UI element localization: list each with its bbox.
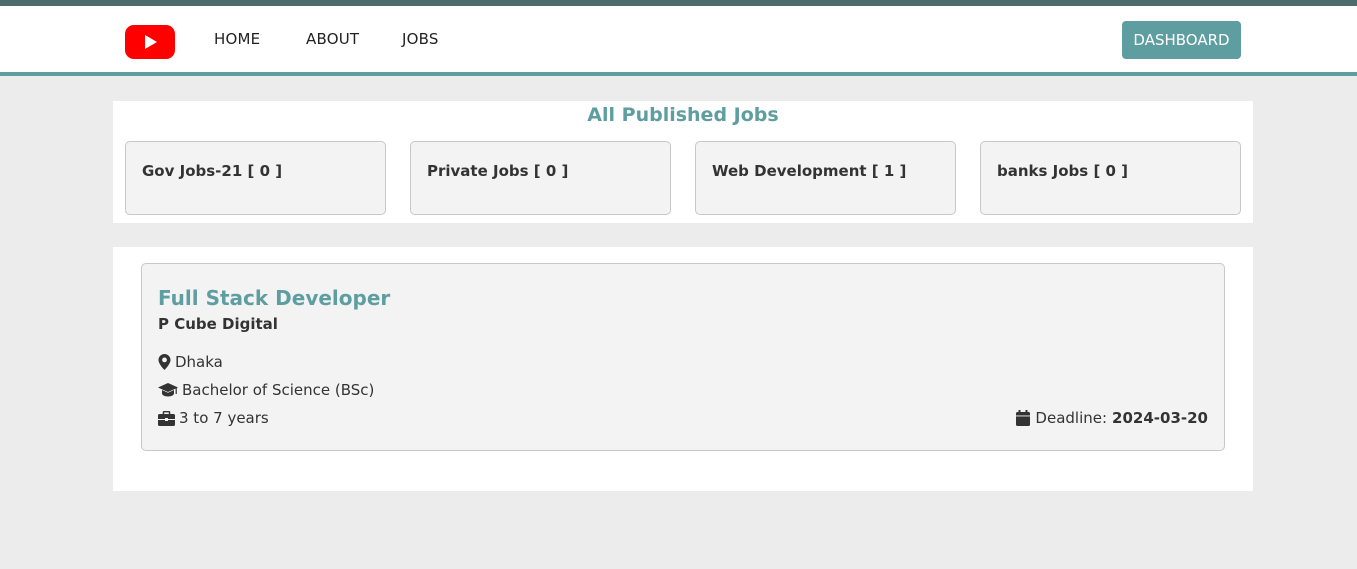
deadline-label: Deadline: [1035,409,1108,427]
category-card-private-jobs[interactable]: Private Jobs [ 0 ] [410,141,671,215]
job-company: P Cube Digital [158,315,278,333]
categories-panel: All Published Jobs Gov Jobs-21 [ 0 ] Pri… [113,101,1253,223]
category-label: Private Jobs [ 0 ] [427,162,569,180]
job-card[interactable]: Full Stack Developer P Cube Digital Dhak… [141,263,1225,451]
deadline-date: 2024-03-20 [1112,409,1208,427]
category-card-banks-jobs[interactable]: banks Jobs [ 0 ] [980,141,1241,215]
nav-jobs-link[interactable]: JOBS [402,30,439,48]
job-experience: 3 to 7 years [158,409,269,427]
job-education: Bachelor of Science (BSc) [158,381,374,399]
nav-about-link[interactable]: ABOUT [306,30,359,48]
category-label: banks Jobs [ 0 ] [997,162,1129,180]
category-label: Gov Jobs-21 [ 0 ] [142,162,283,180]
youtube-logo-icon[interactable] [125,25,175,59]
map-marker-icon [158,354,171,370]
job-title-link[interactable]: Full Stack Developer [158,286,390,310]
nav-home-link[interactable]: HOME [214,30,260,48]
location-text: Dhaka [175,353,223,371]
experience-text: 3 to 7 years [179,409,269,427]
job-location: Dhaka [158,353,223,371]
category-card-web-development[interactable]: Web Development [ 1 ] [695,141,956,215]
category-card-gov-jobs[interactable]: Gov Jobs-21 [ 0 ] [125,141,386,215]
jobs-list-panel: Full Stack Developer P Cube Digital Dhak… [113,247,1253,491]
calendar-icon [1016,410,1031,426]
navbar: HOME ABOUT JOBS DASHBOARD [0,6,1357,76]
graduation-cap-icon [158,383,178,397]
briefcase-icon [158,410,175,426]
category-label: Web Development [ 1 ] [712,162,907,180]
education-text: Bachelor of Science (BSc) [182,381,375,399]
dashboard-button[interactable]: DASHBOARD [1122,21,1241,59]
job-deadline: Deadline: 2024-03-20 [1016,409,1208,427]
page-title: All Published Jobs [587,104,779,126]
